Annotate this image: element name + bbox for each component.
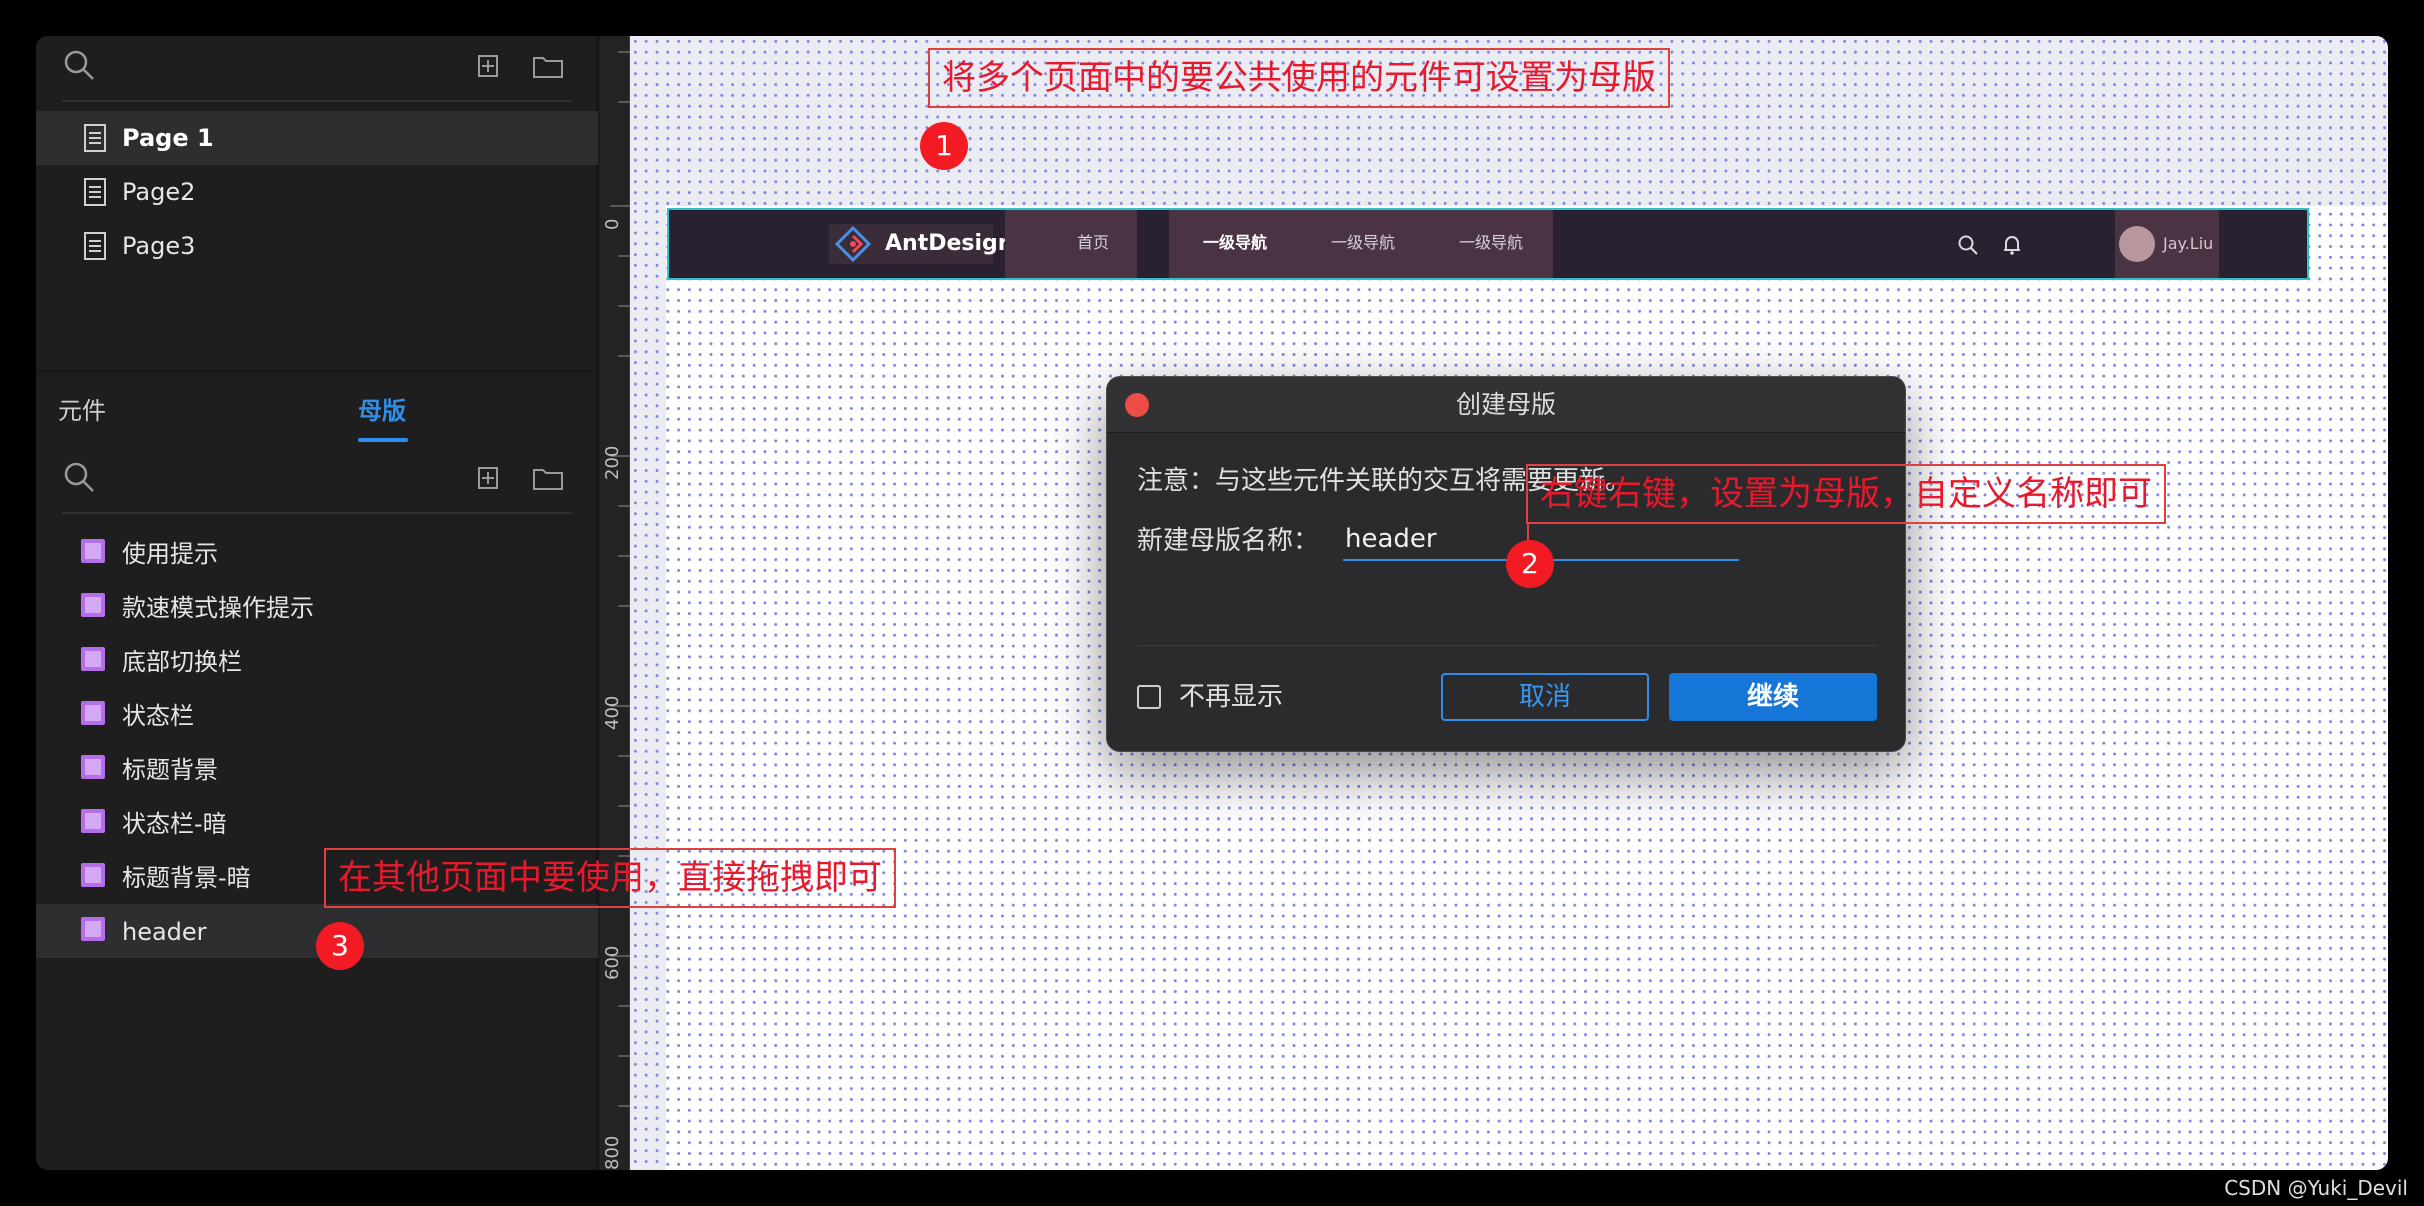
master-icon — [80, 700, 106, 730]
logo: AntDesign — [829, 224, 1013, 264]
master-icon — [80, 646, 106, 676]
masters-toolbar — [36, 448, 598, 510]
ruler-label: 200 — [602, 445, 623, 480]
page-item-label: Page2 — [122, 178, 196, 206]
page-item-page2[interactable]: Page2 — [36, 165, 598, 219]
header-master-widget[interactable]: AntDesign 首页 一级导航 一级导航 一级导航 Jay.Liu — [667, 208, 2309, 280]
page-item-page3[interactable]: Page3 — [36, 219, 598, 273]
master-item-label: 底部切换栏 — [122, 648, 242, 676]
dialog-titlebar: 创建母版 — [1107, 377, 1905, 433]
tab-masters[interactable]: 母版 — [358, 396, 406, 426]
ruler-label: 800 — [602, 1135, 623, 1170]
master-item-label: 款速模式操作提示 — [122, 594, 314, 622]
master-item-3[interactable]: 状态栏 — [36, 688, 598, 742]
cancel-button[interactable]: 取消 — [1441, 673, 1649, 721]
ruler-label: 400 — [602, 695, 623, 730]
page-item-page1[interactable]: Page 1 — [36, 111, 598, 165]
master-icon — [80, 592, 106, 622]
master-item-5[interactable]: 状态栏-暗 — [36, 796, 598, 850]
master-item-label: header — [122, 918, 207, 946]
master-icon — [80, 916, 106, 946]
annotation-callout-2: 右键右键，设置为母版，自定义名称即可 — [1526, 464, 2166, 524]
nav-block — [1005, 210, 1137, 278]
user-name[interactable]: Jay.Liu — [2163, 233, 2213, 255]
master-icon — [80, 808, 106, 838]
master-name-label: 新建母版名称： — [1137, 526, 1320, 556]
add-master-icon[interactable] — [474, 460, 504, 500]
active-tab-indicator — [358, 438, 408, 442]
masters-divider — [62, 512, 572, 514]
nav-item-3[interactable]: 一级导航 — [1459, 232, 1523, 254]
add-page-icon[interactable] — [474, 48, 504, 88]
logo-text: AntDesign — [885, 231, 1014, 256]
master-item-label: 标题背景-暗 — [122, 864, 251, 892]
master-item-label: 状态栏-暗 — [122, 810, 227, 838]
master-item-0[interactable]: 使用提示 — [36, 526, 598, 580]
dont-show-again-label[interactable]: 不再显示 — [1179, 681, 1283, 713]
app-window: Page 1 Page2 Page3 元件 母版 使用提示 款速模式操作提示 底… — [36, 36, 2388, 1170]
page-doc-icon — [84, 178, 106, 210]
canvas-offpage-left — [630, 206, 666, 1170]
annotation-callout-3: 在其他页面中要使用，直接拖拽即可 — [324, 848, 896, 908]
master-item-label: 标题背景 — [122, 756, 218, 784]
master-icon — [80, 754, 106, 784]
dialog-title: 创建母版 — [1455, 390, 1556, 419]
page-doc-icon — [84, 124, 106, 156]
master-item-label: 状态栏 — [122, 702, 194, 730]
dont-show-again-checkbox[interactable] — [1137, 685, 1161, 709]
dialog-divider — [1137, 645, 1877, 646]
annotation-badge-1: 1 — [920, 122, 968, 170]
antdesign-logo-icon — [834, 225, 872, 263]
pages-divider — [62, 100, 572, 102]
master-item-1[interactable]: 款速模式操作提示 — [36, 580, 598, 634]
nav-item-1[interactable]: 一级导航 — [1203, 232, 1267, 254]
annotation-callout-1: 将多个页面中的要公共使用的元件可设置为母版 — [928, 48, 1670, 108]
left-panel: Page 1 Page2 Page3 元件 母版 使用提示 款速模式操作提示 底… — [36, 36, 598, 1170]
annotation-badge-2: 2 — [1506, 540, 1554, 588]
nav-item-home[interactable]: 首页 — [1077, 232, 1109, 254]
master-item-4[interactable]: 标题背景 — [36, 742, 598, 796]
search-icon[interactable] — [62, 48, 98, 88]
master-icon — [80, 538, 106, 568]
master-item-2[interactable]: 底部切换栏 — [36, 634, 598, 688]
bell-icon[interactable] — [2001, 233, 2023, 261]
page-doc-icon — [84, 232, 106, 264]
page-item-label: Page 1 — [122, 124, 214, 152]
avatar[interactable] — [2119, 226, 2155, 262]
add-folder-icon[interactable] — [530, 460, 566, 500]
ruler-ticks — [610, 51, 630, 1107]
search-icon[interactable] — [62, 460, 98, 500]
panel-divider[interactable] — [36, 370, 598, 372]
add-folder-icon[interactable] — [530, 48, 566, 88]
annotation-badge-3: 3 — [316, 922, 364, 970]
master-icon — [80, 862, 106, 892]
page-item-label: Page3 — [122, 232, 196, 260]
nav-item-2[interactable]: 一级导航 — [1331, 232, 1395, 254]
watermark: CSDN @Yuki_Devil — [2224, 1176, 2408, 1200]
pages-toolbar — [36, 36, 598, 98]
continue-button[interactable]: 继续 — [1669, 673, 1877, 721]
master-item-label: 使用提示 — [122, 540, 218, 568]
vertical-ruler: 0 200 400 600 800 — [600, 36, 630, 1170]
tab-widgets[interactable]: 元件 — [58, 396, 106, 426]
ruler-label: 600 — [602, 945, 623, 980]
search-icon[interactable] — [1957, 234, 1979, 260]
ruler-label: 0 — [602, 218, 623, 230]
